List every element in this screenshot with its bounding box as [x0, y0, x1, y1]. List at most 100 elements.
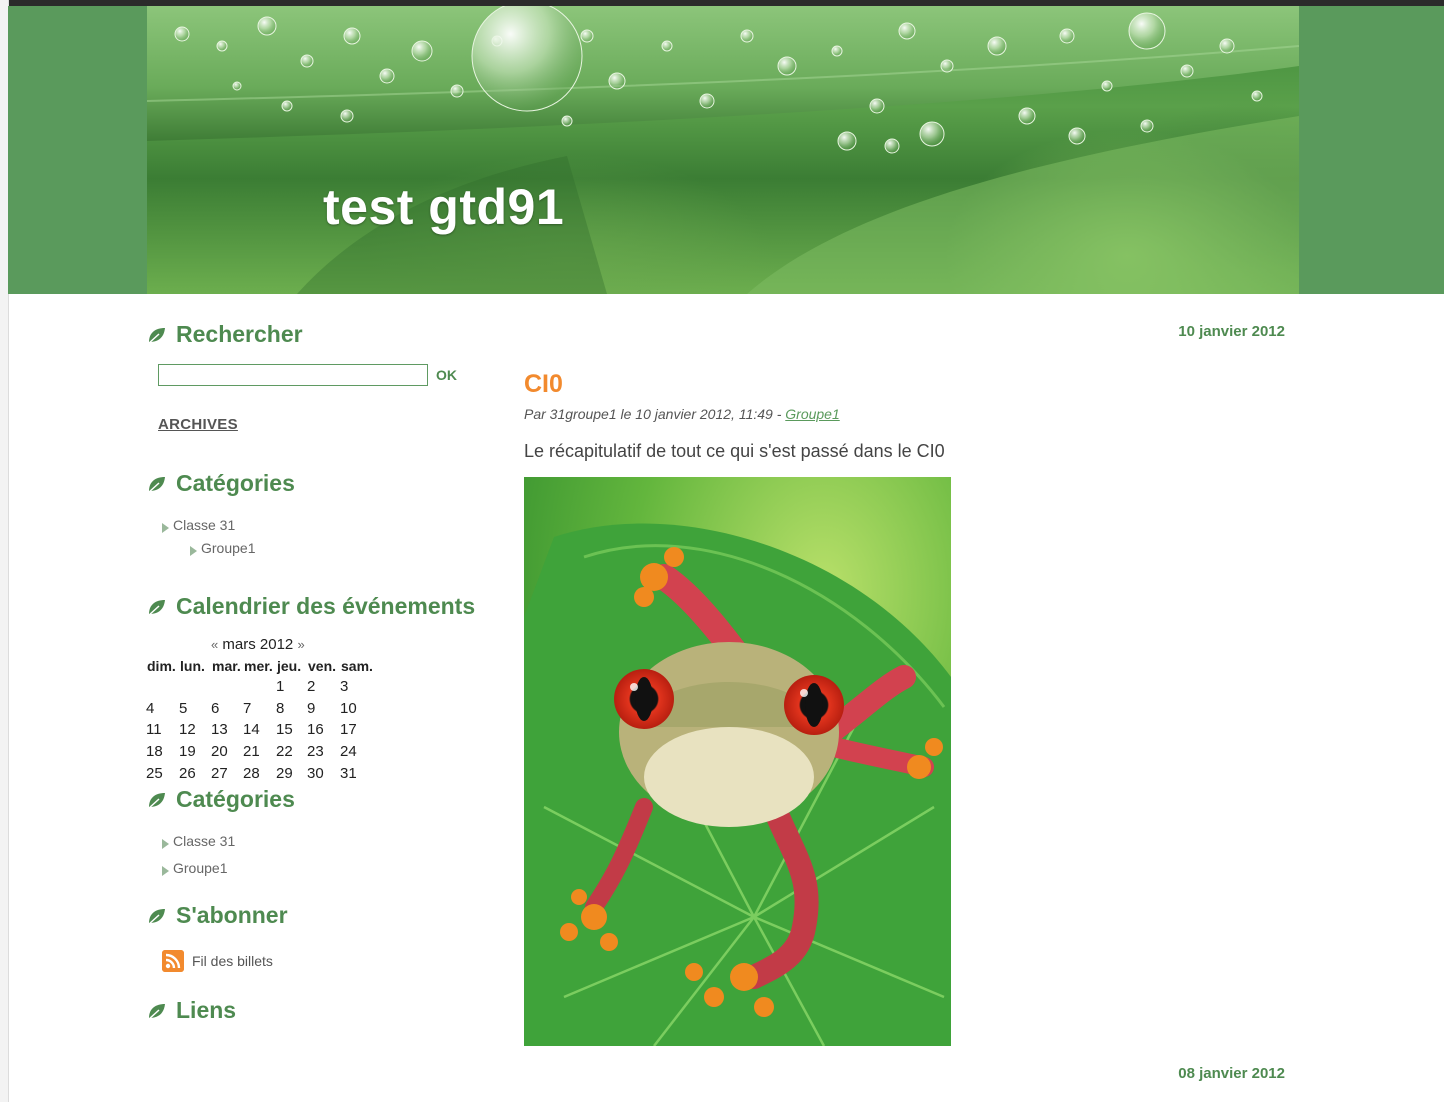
calendar-day: 7	[243, 699, 252, 717]
post-meta: Par 31groupe1 le 10 janvier 2012, 11:49 …	[524, 406, 840, 422]
dewdrop	[884, 138, 900, 154]
weekday-header: dim.	[147, 658, 176, 674]
calendar-day: 2	[307, 678, 316, 696]
post-date-label: 08 janvier 2012	[1178, 1065, 1285, 1082]
dewdrop	[661, 40, 673, 52]
post-title[interactable]: CI0	[524, 370, 563, 399]
calendar-day: 6	[211, 699, 220, 717]
triangle-bullet-icon	[162, 839, 169, 849]
dewdrop	[1251, 90, 1263, 102]
dewdrop	[987, 36, 1007, 56]
calendar-day: 22	[276, 743, 293, 761]
category-item-classe31[interactable]: Classe 31	[162, 517, 235, 533]
dewdrop	[837, 131, 857, 151]
dewdrop	[869, 98, 885, 114]
calendar-day: 3	[340, 678, 349, 696]
feed-label[interactable]: Fil des billets	[192, 953, 273, 969]
triangle-bullet-icon	[162, 866, 169, 876]
post-image-frog	[524, 477, 951, 1046]
dewdrop	[411, 40, 433, 62]
calendar-day: 25	[146, 764, 163, 782]
leaf-icon	[147, 908, 165, 926]
dewdrop	[1018, 107, 1036, 125]
dewdrop	[257, 16, 277, 36]
dewdrop	[1101, 80, 1113, 92]
dewdrop	[699, 93, 715, 109]
weekday-header: lun.	[180, 658, 205, 674]
weekday-header: ven.	[308, 658, 337, 674]
dewdrop	[740, 29, 754, 43]
calendar-weekday-row: dim. lun. mar. mer. jeu. ven. sam.	[146, 656, 376, 676]
dewdrop	[232, 81, 242, 91]
calendar-day: 20	[211, 743, 228, 761]
calendar-month: mars 2012	[222, 636, 294, 653]
calendar-day: 1	[276, 678, 285, 696]
calendar-heading: Calendrier des événements	[176, 593, 476, 619]
categories-widget-title-2: Catégories	[146, 786, 295, 813]
dewdrop	[340, 109, 354, 123]
dewdrop	[216, 40, 228, 52]
calendar-day	[211, 676, 243, 698]
links-heading: Liens	[176, 997, 237, 1023]
links-widget-title: Liens	[146, 997, 236, 1024]
category-label[interactable]: Classe 31	[173, 833, 235, 849]
leaf-dewdrops-graphic	[147, 6, 1299, 294]
calendar-next-link[interactable]: »	[297, 637, 304, 652]
weekday-header: jeu.	[277, 658, 302, 674]
calendar-prev-link[interactable]: «	[211, 637, 218, 652]
search-submit-button[interactable]: OK	[436, 367, 457, 383]
calendar-day	[243, 676, 276, 698]
dewdrop	[898, 22, 916, 40]
calendar-day: 26	[179, 764, 196, 782]
leaf-icon	[147, 476, 165, 494]
triangle-bullet-icon	[190, 546, 197, 556]
dewdrop	[343, 27, 361, 45]
categories-heading: Catégories	[176, 470, 295, 496]
categories-heading: Catégories	[176, 786, 295, 812]
calendar-day: 21	[243, 743, 260, 761]
category-label[interactable]: Groupe1	[173, 860, 227, 876]
calendar-day: 9	[307, 699, 316, 717]
feed-link[interactable]: Fil des billets	[162, 950, 273, 972]
calendar-day: 8	[276, 699, 285, 717]
calendar-day: 16	[307, 721, 324, 739]
category-item-groupe1[interactable]: Groupe1	[162, 860, 227, 876]
dewdrop	[300, 54, 314, 68]
calendar-day: 30	[307, 764, 324, 782]
calendar-week-row: 4 5 6 7 8 9 10	[146, 698, 376, 720]
rss-icon[interactable]	[162, 950, 184, 972]
dewdrop	[608, 72, 626, 90]
calendar-day: 29	[276, 764, 293, 782]
dewdrop	[919, 121, 945, 147]
site-title[interactable]: test gtd91	[323, 178, 564, 236]
search-widget-title: Rechercher	[146, 321, 303, 348]
category-item-classe31[interactable]: Classe 31	[162, 833, 235, 849]
header-banner-image: test gtd91	[147, 6, 1299, 294]
calendar-day: 23	[307, 743, 324, 761]
weekday-header: mer.	[244, 658, 273, 674]
category-item-groupe1[interactable]: Groupe1	[190, 540, 255, 556]
category-label[interactable]: Classe 31	[173, 517, 235, 533]
triangle-bullet-icon	[162, 523, 169, 533]
frog-illustration	[524, 477, 951, 1046]
dewdrop	[580, 29, 594, 43]
post-body-text: Le récapitulatif de tout ce qui s'est pa…	[524, 441, 945, 461]
post-category-link[interactable]: Groupe1	[785, 406, 839, 422]
calendar-day	[146, 676, 179, 698]
category-label[interactable]: Groupe1	[201, 540, 255, 556]
leaf-icon	[147, 599, 165, 617]
calendar-day: 10	[340, 699, 357, 717]
calendar-day: 4	[146, 699, 155, 717]
archives-link[interactable]: ARCHIVES	[158, 416, 238, 433]
dewdrop	[1068, 127, 1086, 145]
calendar-week-row: 18 19 20 21 22 23 24	[146, 741, 376, 763]
subscribe-heading: S'abonner	[176, 902, 288, 928]
search-heading: Rechercher	[176, 321, 303, 347]
search-input[interactable]	[158, 364, 428, 386]
dewdrop	[1140, 119, 1154, 133]
post-date-label: 10 janvier 2012	[1178, 323, 1285, 340]
calendar-day: 18	[146, 743, 163, 761]
weekday-header: sam.	[341, 658, 373, 674]
dewdrop	[940, 59, 954, 73]
calendar-table: dim. lun. mar. mer. jeu. ven. sam. 1 2 3…	[146, 656, 376, 784]
